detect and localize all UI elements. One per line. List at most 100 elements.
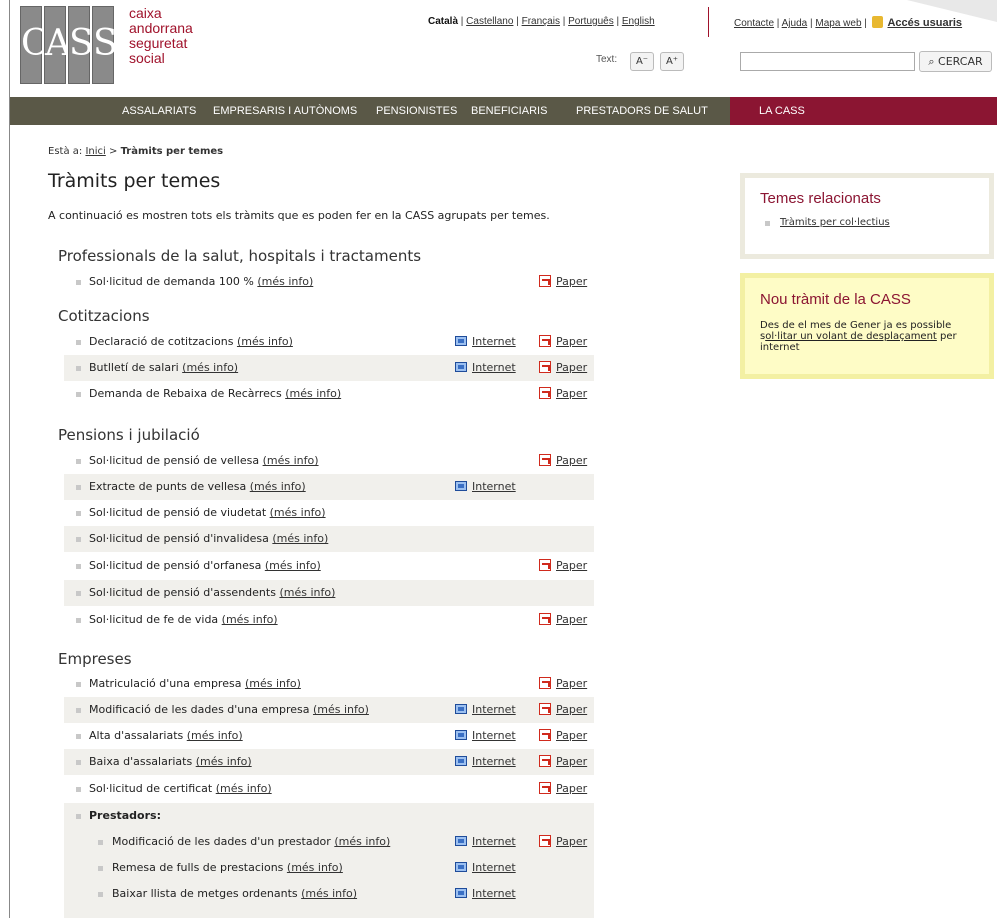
breadcrumb-home[interactable]: Inici [85,146,105,157]
more-info-link[interactable]: (més info) [265,559,321,572]
paper-option[interactable]: Paper [539,829,587,855]
nav-la-cass[interactable]: LA CASS [730,97,997,125]
more-info-link[interactable]: (més info) [196,755,252,768]
more-info-link[interactable]: (més info) [250,480,306,493]
more-info-link[interactable]: (més info) [263,454,319,467]
procedure-name: Sol·licitud de pensió d'assendents [89,586,276,599]
sitemap-link[interactable]: Mapa web [815,18,861,29]
paper-link[interactable]: Paper [556,559,587,572]
more-info-link[interactable]: (més info) [187,729,243,742]
prestadors-title: Prestadors: [89,809,161,822]
text-bigger-button[interactable]: A⁺ [660,52,684,71]
paper-option[interactable]: Paper [539,607,587,633]
more-info-link[interactable]: (més info) [182,361,238,374]
internet-option[interactable]: Internet [455,355,516,381]
logo-line: social [129,50,165,66]
nav-pensionistes[interactable]: PENSIONISTES [376,97,457,125]
internet-link[interactable]: Internet [472,887,516,900]
internet-link[interactable]: Internet [472,361,516,374]
more-info-link[interactable]: (més info) [257,275,313,288]
paper-option[interactable]: Paper [539,776,587,802]
internet-option[interactable]: Internet [455,474,516,500]
procedure-name: Baixa d'assalariats [89,755,193,768]
nav-beneficiaris[interactable]: BENEFICIARIS [471,97,547,125]
nav-prestadors[interactable]: PRESTADORS DE SALUT [576,97,708,125]
text-size-label: Text: [596,54,618,65]
paper-option[interactable]: Paper [539,448,587,474]
paper-link[interactable]: Paper [556,275,587,288]
paper-link[interactable]: Paper [556,677,587,690]
lang-francais[interactable]: Français [522,16,560,27]
paper-link[interactable]: Paper [556,729,587,742]
search-input[interactable] [740,52,915,71]
internet-option[interactable]: Internet [455,829,516,855]
nav-empresaris[interactable]: EMPRESARIS I AUTÒNOMS [213,97,357,125]
text-smaller-button[interactable]: A⁻ [630,52,654,71]
more-info-link[interactable]: (més info) [237,335,293,348]
cass-logo[interactable]: C A S S caixa andorrana seguretat social [20,6,210,84]
internet-link[interactable]: Internet [472,835,516,848]
lang-portugues[interactable]: Português [568,16,614,27]
more-info-link[interactable]: (més info) [301,887,357,900]
internet-link[interactable]: Internet [472,861,516,874]
paper-option[interactable]: Paper [539,269,587,295]
internet-option[interactable]: Internet [455,697,516,723]
help-link[interactable]: Ajuda [782,18,808,29]
lang-castellano[interactable]: Castellano [466,16,513,27]
paper-option[interactable]: Paper [539,697,587,723]
internet-link[interactable]: Internet [472,335,516,348]
paper-option[interactable]: Paper [539,329,587,355]
procedure-label: Remesa de fulls de prestacions (més info… [112,855,343,881]
contact-link[interactable]: Contacte [734,18,774,29]
search-button[interactable]: ⌕ CERCAR [919,51,992,72]
paper-link[interactable]: Paper [556,361,587,374]
paper-option[interactable]: Paper [539,381,587,407]
user-access-link[interactable]: Accés usuaris [887,17,962,29]
list-item: Sol·licitud de demanda 100 % (més info) P… [64,269,594,295]
internet-option[interactable]: Internet [455,881,516,907]
procedure-name: Sol·licitud de fe de vida [89,613,219,626]
paper-link[interactable]: Paper [556,782,587,795]
breadcrumb-prefix: Està a: [48,146,83,157]
more-info-link[interactable]: (més info) [270,506,326,519]
paper-link[interactable]: Paper [556,755,587,768]
internet-option[interactable]: Internet [455,329,516,355]
paper-link[interactable]: Paper [556,335,587,348]
lang-english[interactable]: English [622,16,655,27]
paper-option[interactable]: Paper [539,723,587,749]
more-info-link[interactable]: (més info) [287,861,343,874]
section-title: Professionals de la salut, hospitals i t… [58,247,422,265]
more-info-link[interactable]: (més info) [285,387,341,400]
more-info-link[interactable]: (més info) [272,532,328,545]
related-topics-link[interactable]: Tràmits per col·lectius [780,217,890,228]
paper-option[interactable]: Paper [539,749,587,775]
more-info-link[interactable]: (més info) [313,703,369,716]
paper-link[interactable]: Paper [556,454,587,467]
new-procedure-link[interactable]: ol·litar un volant de desplaçament [765,331,937,342]
internet-option[interactable]: Internet [455,749,516,775]
paper-option[interactable]: Paper [539,355,587,381]
internet-option[interactable]: Internet [455,723,516,749]
more-info-link[interactable]: (més info) [279,586,335,599]
more-info-link[interactable]: (més info) [245,677,301,690]
paper-link[interactable]: Paper [556,613,587,626]
internet-option[interactable]: Internet [455,855,516,881]
pdf-icon [539,729,551,741]
procedure-label: Modificació de les dades d'un prestador … [112,829,390,855]
procedure-label: Sol·licitud de demanda 100 % (més info) [89,269,313,295]
more-info-link[interactable]: (més info) [222,613,278,626]
internet-link[interactable]: Internet [472,729,516,742]
more-info-link[interactable]: (més info) [334,835,390,848]
paper-option[interactable]: Paper [539,671,587,697]
paper-link[interactable]: Paper [556,387,587,400]
paper-link[interactable]: Paper [556,835,587,848]
internet-link[interactable]: Internet [472,480,516,493]
paper-option[interactable]: Paper [539,553,587,579]
internet-icon [455,730,467,740]
internet-link[interactable]: Internet [472,755,516,768]
procedure-name: Declaració de cotitzacions [89,335,234,348]
internet-link[interactable]: Internet [472,703,516,716]
more-info-link[interactable]: (més info) [216,782,272,795]
nav-assalariats[interactable]: ASSALARIATS [122,97,196,125]
paper-link[interactable]: Paper [556,703,587,716]
